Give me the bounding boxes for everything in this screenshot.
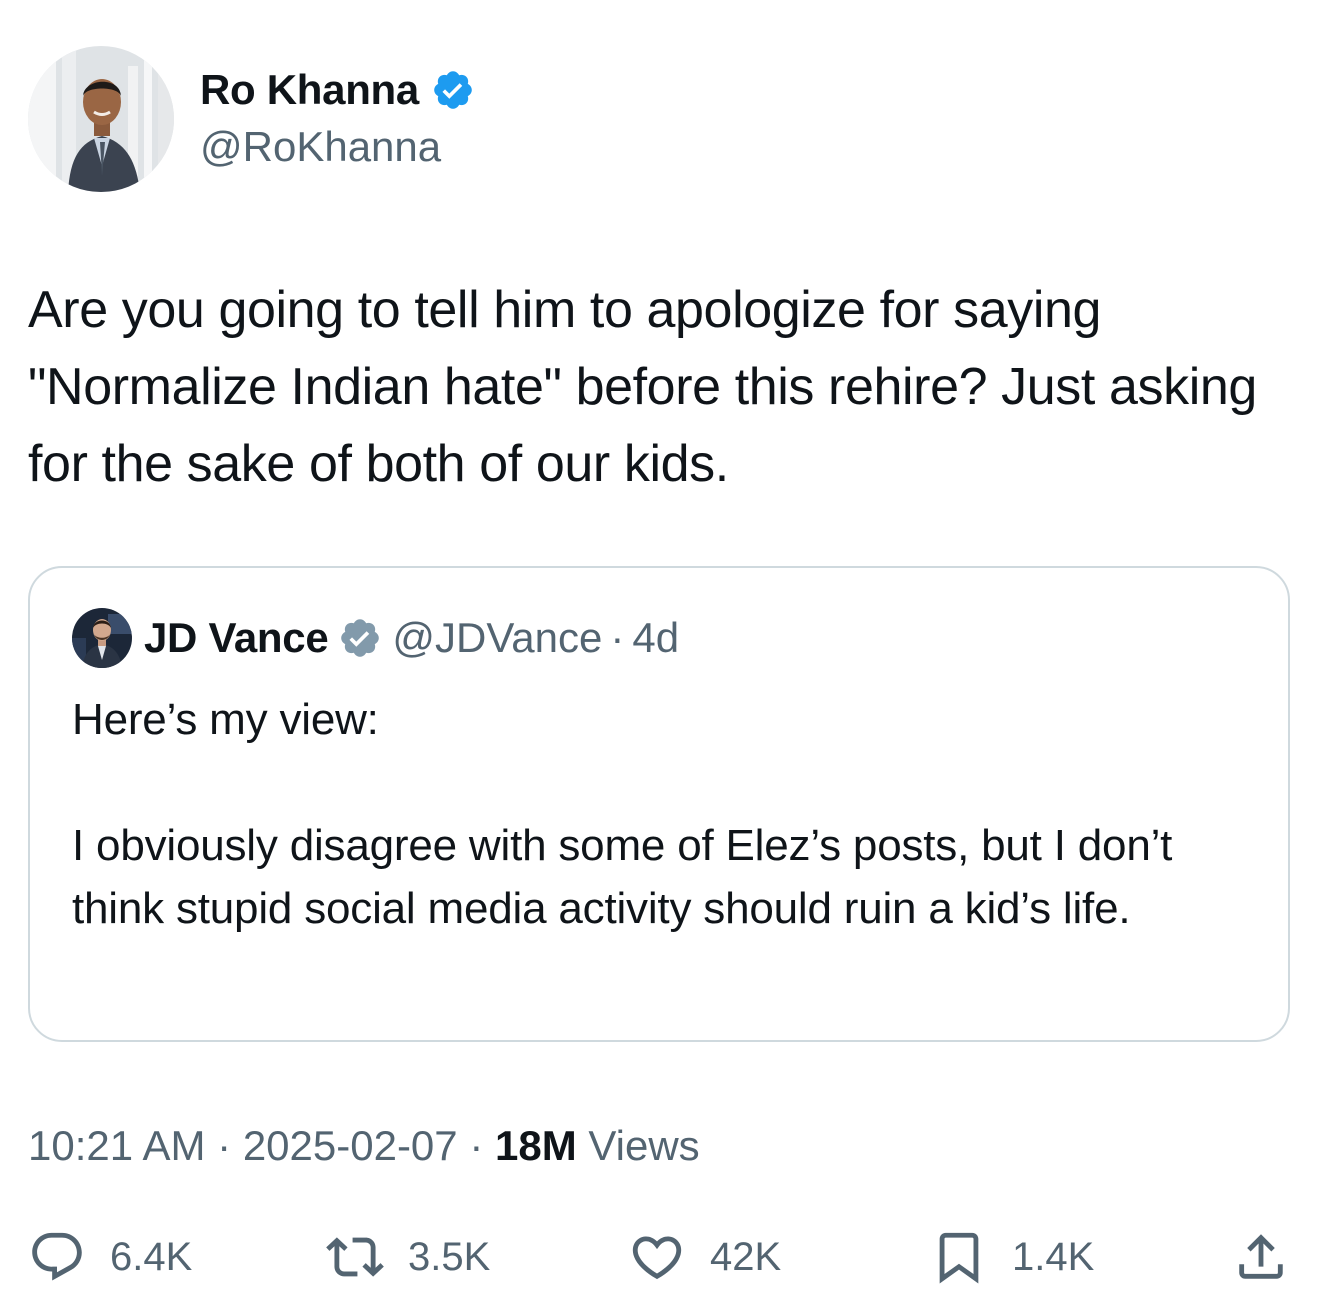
quote-timestamp: 4d — [632, 614, 680, 661]
bookmark-button[interactable]: 1.4K — [930, 1222, 1094, 1292]
bookmark-icon — [939, 1232, 979, 1284]
reply-button[interactable]: 6.4K — [28, 1222, 192, 1292]
tweet-time[interactable]: 10:21 AM — [28, 1122, 205, 1169]
like-count: 42K — [710, 1234, 782, 1279]
author-name[interactable]: Ro Khanna — [200, 65, 419, 115]
tweet-header: Ro Khanna @RoKhanna — [28, 46, 475, 192]
quote-author-avatar — [72, 608, 132, 668]
repost-icon — [326, 1237, 384, 1277]
quote-verified-badge-icon — [341, 619, 380, 657]
author-avatar[interactable] — [28, 46, 174, 192]
quote-header: JD Vance @JDVance · 4d — [72, 608, 679, 668]
reply-count: 6.4K — [110, 1234, 193, 1279]
views-count: 18M — [495, 1122, 577, 1169]
action-bar: 6.4K 3.5K 42K 1.4K — [0, 1222, 1320, 1292]
repost-button[interactable]: 3.5K — [326, 1222, 490, 1292]
like-button[interactable]: 42K — [628, 1222, 781, 1292]
tweet-text: Are you going to tell him to apologize f… — [28, 281, 1271, 493]
quote-separator: · — [610, 614, 625, 661]
quote-author-name: JD Vance — [144, 614, 329, 661]
views-label: Views — [588, 1122, 700, 1169]
user-info: Ro Khanna @RoKhanna — [200, 65, 475, 173]
quote-author-handle: @JDVance — [392, 614, 603, 661]
meta-separator: · — [469, 1122, 484, 1169]
tweet-meta: 10:21 AM · 2025-02-07 · 18M Views — [28, 1118, 700, 1174]
quote-text: Here’s my view: I obviously disagree wit… — [72, 695, 1173, 933]
quoted-tweet-card[interactable]: JD Vance @JDVance · 4d Here’s my view: I… — [28, 566, 1290, 1042]
bookmark-count: 1.4K — [1012, 1234, 1095, 1279]
like-icon — [632, 1236, 682, 1280]
verified-badge-icon — [434, 71, 472, 109]
reply-icon — [32, 1232, 82, 1281]
meta-separator: · — [217, 1122, 232, 1169]
tweet-date[interactable]: 2025-02-07 — [243, 1122, 458, 1169]
name-row: Ro Khanna — [200, 65, 475, 115]
share-icon — [1239, 1234, 1283, 1279]
share-button[interactable] — [1232, 1222, 1290, 1292]
author-handle[interactable]: @RoKhanna — [200, 121, 475, 173]
repost-count: 3.5K — [408, 1234, 491, 1279]
